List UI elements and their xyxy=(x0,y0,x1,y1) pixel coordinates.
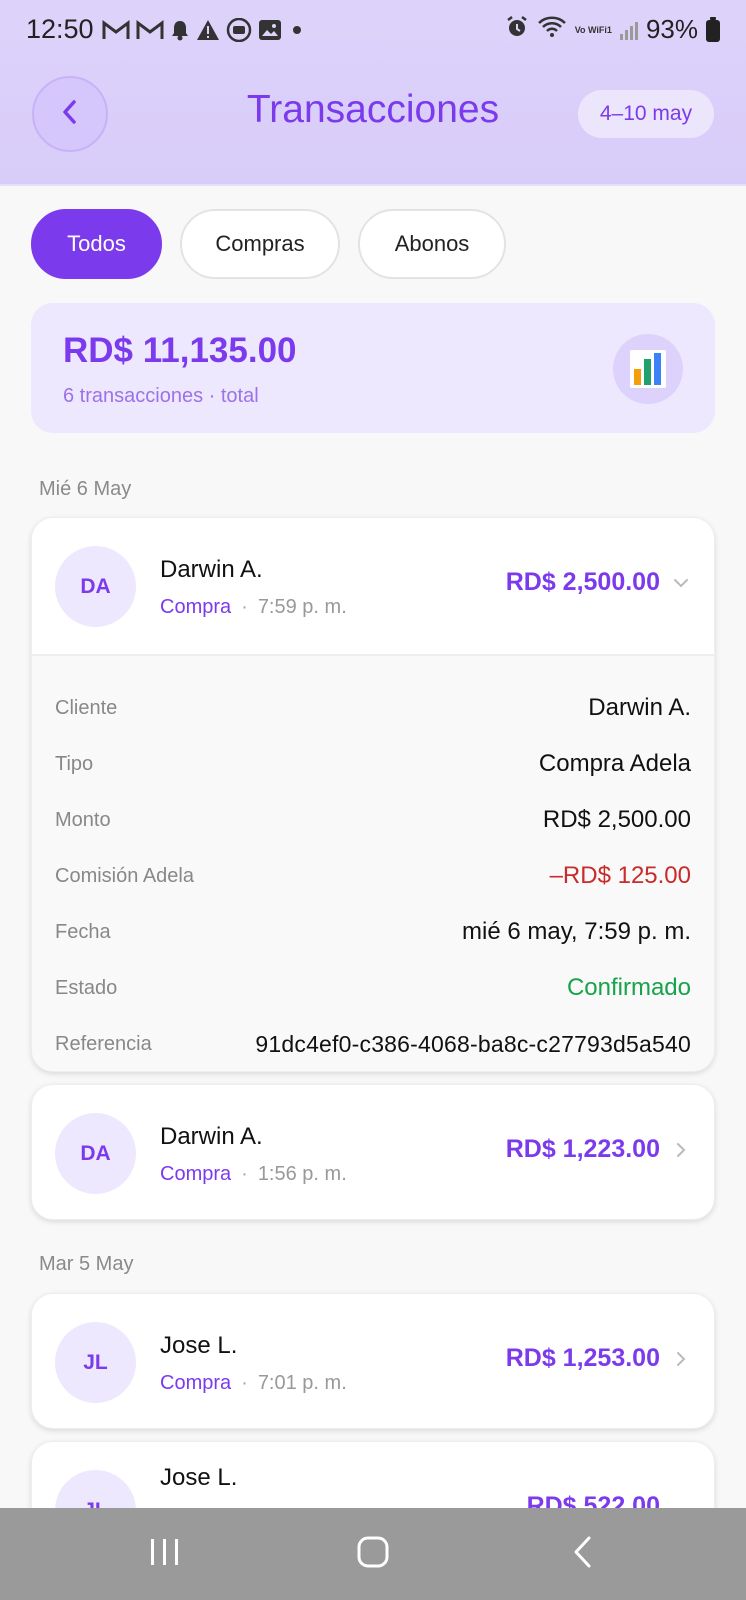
back-arrow-icon xyxy=(571,1535,595,1574)
transaction-amount: RD$ 1,253.00 xyxy=(505,1344,660,1372)
recent-apps-button[interactable] xyxy=(135,1528,195,1580)
transaction-time: 1:56 p. m. xyxy=(257,1163,347,1185)
detail-label: Estado xyxy=(55,976,118,999)
client-name: Jose L. xyxy=(160,1332,238,1359)
system-nav-bar xyxy=(0,1508,746,1600)
transaction-amount: RD$ 2,500.00 xyxy=(505,568,660,596)
detail-label: Cliente xyxy=(55,696,118,719)
battery-icon xyxy=(706,16,720,42)
transaction-card: DA Darwin A. Compra · 1:56 p. m. RD$ 1,223… xyxy=(31,1084,715,1220)
separator-dot: · xyxy=(241,596,248,618)
transaction-kind: Compra xyxy=(160,1372,232,1394)
detail-value: mié 6 may, 7:59 p. m. xyxy=(462,918,691,945)
home-icon xyxy=(356,1535,390,1574)
chevron-right-icon[interactable] xyxy=(672,1348,690,1370)
alarm-icon xyxy=(505,15,529,44)
reference-value: 91dc4ef0-c386-4068-ba8c-c27793d5a540 xyxy=(255,1030,691,1057)
home-button[interactable] xyxy=(343,1528,403,1580)
transaction-card: DA Darwin A. Compra · 7:59 p. m. RD$ 2,500… xyxy=(31,517,715,1072)
wifi-icon xyxy=(537,15,567,44)
nav-back-button[interactable] xyxy=(553,1528,613,1580)
transaction-meta: Compra · 1:56 p. m. xyxy=(160,1163,347,1186)
status-right: Vo WiFi1 93% xyxy=(505,14,720,45)
detail-row: Tipo Compra Adela xyxy=(55,736,691,792)
avatar: DA xyxy=(55,546,136,627)
transaction-row[interactable]: JL Jose L. Compra · 7:01 p. m. RD$ 1,253.0… xyxy=(32,1294,714,1428)
status-bar: 12:50 Vo WiFi1 93% xyxy=(0,0,746,62)
detail-row: Estado Confirmado xyxy=(55,960,691,1016)
detail-label: Fecha xyxy=(55,920,111,943)
detail-row: Fecha mié 6 may, 7:59 p. m. xyxy=(55,904,691,960)
recent-apps-icon xyxy=(148,1537,182,1572)
chevron-right-icon[interactable] xyxy=(672,1139,690,1161)
gmail-icon xyxy=(102,19,130,46)
filter-compras[interactable]: Compras xyxy=(180,209,340,279)
filter-todos[interactable]: Todos xyxy=(31,209,162,279)
transaction-meta: Compra · 7:59 p. m. xyxy=(160,596,347,619)
detail-value: Compra Adela xyxy=(538,750,691,777)
detail-value: RD$ 2,500.00 xyxy=(542,806,691,833)
transaction-details: Cliente Darwin A. Tipo Compra Adela Mont… xyxy=(32,654,714,1071)
separator-dot: · xyxy=(241,1163,248,1185)
image-icon xyxy=(258,19,282,46)
transaction-card: JL Jose L. Compra · 7:01 p. m. RD$ 1,253.0… xyxy=(31,1293,715,1429)
bar-chart-icon[interactable] xyxy=(613,334,683,404)
avatar: DA xyxy=(55,1113,136,1194)
detail-label: Referencia xyxy=(55,1032,152,1055)
filter-abonos[interactable]: Abonos xyxy=(358,209,506,279)
detail-label: Comisión Adela xyxy=(55,864,194,887)
app-header: 12:50 Vo WiFi1 93% Transacciones 4–10 ma… xyxy=(0,0,746,186)
filter-chips: Todos Compras Abonos xyxy=(31,209,506,279)
transaction-kind: Compra xyxy=(160,1163,232,1185)
bell-icon xyxy=(170,19,190,46)
gmail-icon xyxy=(136,19,164,46)
signal-icon xyxy=(619,20,638,40)
transaction-time: 7:59 p. m. xyxy=(257,596,347,618)
transaction-kind: Compra xyxy=(160,596,232,618)
client-name: Darwin A. xyxy=(160,556,263,583)
detail-row: Monto RD$ 2,500.00 xyxy=(55,792,691,848)
client-name: Jose L. xyxy=(160,1464,238,1491)
status-value: Confirmado xyxy=(566,974,691,1001)
summary-subtitle: 6 transacciones · total xyxy=(63,385,259,407)
avatar: JL xyxy=(55,1322,136,1403)
separator-dot: · xyxy=(241,1372,248,1394)
detail-label: Tipo xyxy=(55,752,94,775)
transaction-amount: RD$ 1,223.00 xyxy=(505,1135,660,1163)
more-dot-icon xyxy=(288,19,306,46)
summary-card: RD$ 11,135.00 6 transacciones · total xyxy=(31,303,715,433)
section-title: Mar 5 May xyxy=(39,1253,134,1275)
section-title: Mié 6 May xyxy=(39,478,132,500)
detail-label: Monto xyxy=(55,808,111,831)
battery-percent: 93% xyxy=(645,14,698,44)
app-badge-icon xyxy=(226,17,252,47)
detail-row: Comisión Adela –RD$ 125.00 xyxy=(55,848,691,904)
warning-icon xyxy=(196,19,220,46)
transaction-row[interactable]: DA Darwin A. Compra · 7:59 p. m. RD$ 2,500… xyxy=(32,518,714,654)
transaction-row[interactable]: DA Darwin A. Compra · 1:56 p. m. RD$ 1,223… xyxy=(32,1085,714,1219)
chevron-down-icon[interactable] xyxy=(672,572,690,594)
transaction-meta: Compra · 7:01 p. m. xyxy=(160,1372,347,1395)
client-name: Darwin A. xyxy=(160,1123,263,1150)
notification-icons xyxy=(102,17,306,47)
detail-row: Cliente Darwin A. xyxy=(55,680,691,736)
transaction-time: 7:01 p. m. xyxy=(257,1372,347,1394)
detail-row: Referencia 91dc4ef0-c386-4068-ba8c-c2779… xyxy=(55,1016,691,1071)
date-range-pill[interactable]: 4–10 may xyxy=(578,90,714,138)
detail-value: Darwin A. xyxy=(588,694,691,721)
vowifi-label: Vo WiFi1 xyxy=(574,24,612,35)
commission-value: –RD$ 125.00 xyxy=(549,862,691,889)
status-time: 12:50 xyxy=(26,14,94,44)
summary-total: RD$ 11,135.00 xyxy=(63,331,297,370)
